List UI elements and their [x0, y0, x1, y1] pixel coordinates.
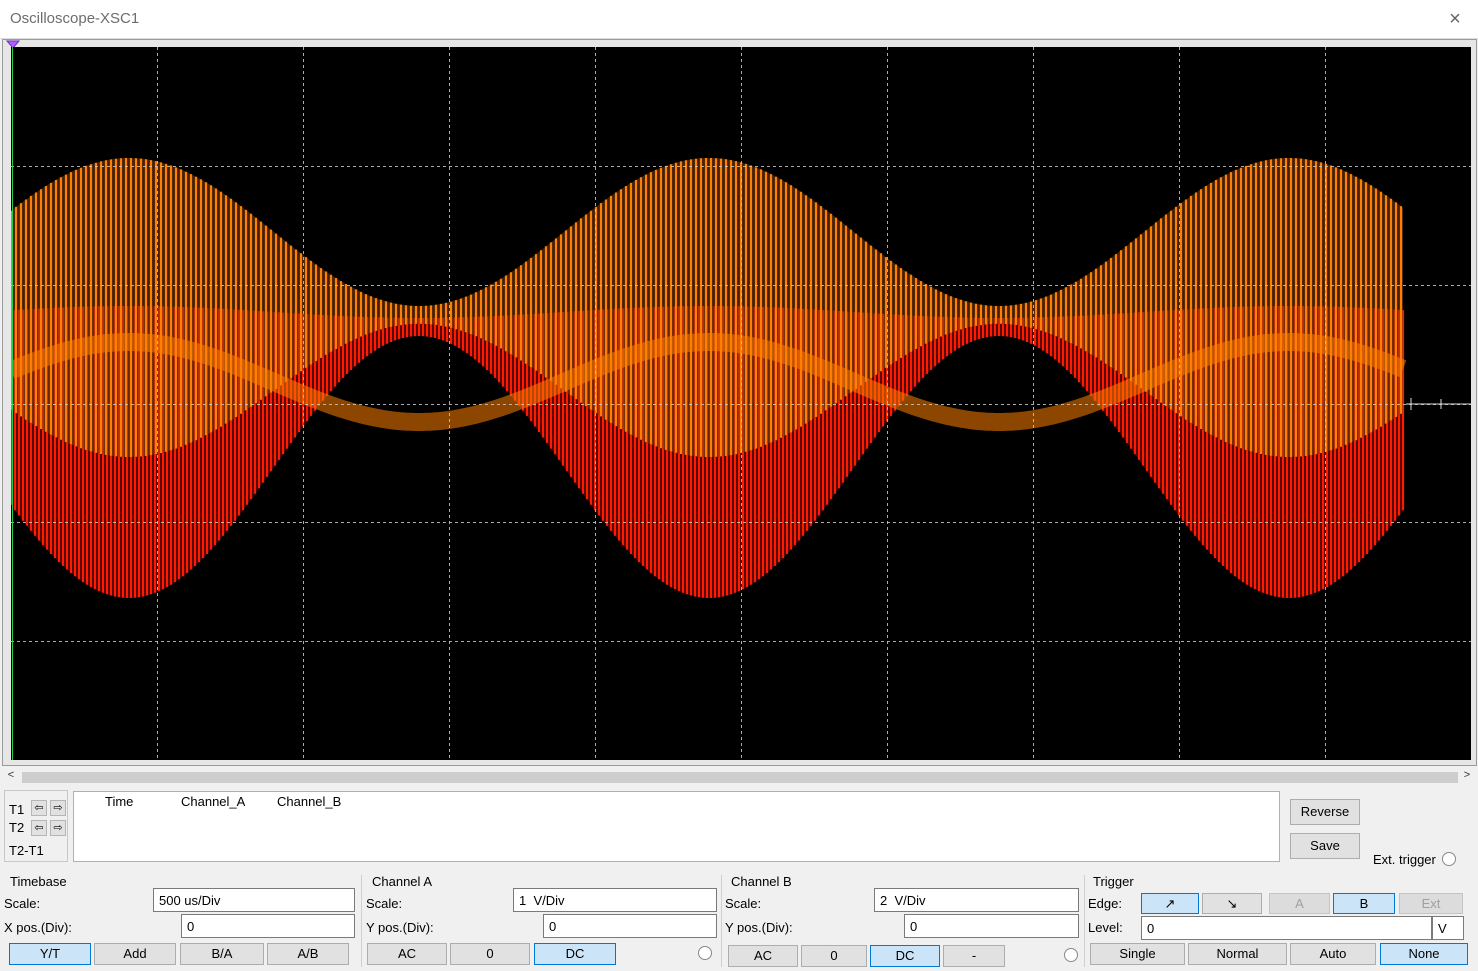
timebase-title: Timebase: [10, 874, 67, 889]
mode-ab-button[interactable]: A/B: [267, 943, 349, 965]
edge-falling-button[interactable]: ↘: [1202, 893, 1262, 914]
measurement-readout: Time Channel_A Channel_B: [73, 791, 1280, 862]
channel-a-radio[interactable]: [698, 946, 712, 960]
timebase-scale-input[interactable]: [153, 888, 355, 912]
separator-b: [721, 875, 722, 967]
channel-b-invert-button[interactable]: -: [943, 945, 1005, 967]
scroll-right-icon[interactable]: >: [1460, 769, 1474, 781]
edge-rising-button[interactable]: ↗: [1141, 893, 1199, 914]
channel-a-dc-button[interactable]: DC: [534, 943, 616, 965]
time-scrollbar[interactable]: < >: [4, 769, 1474, 784]
trigger-single-button[interactable]: Single: [1090, 943, 1185, 965]
window-title: Oscilloscope-XSC1: [10, 10, 140, 27]
channel-b-dc-button[interactable]: DC: [870, 945, 940, 967]
trigger-normal-button[interactable]: Normal: [1188, 943, 1287, 965]
trigger-level-label: Level:: [1088, 920, 1123, 935]
mode-add-button[interactable]: Add: [94, 943, 176, 965]
channel-a-scale-label: Scale:: [366, 896, 403, 911]
scroll-left-icon[interactable]: <: [4, 769, 18, 781]
mode-ba-button[interactable]: B/A: [180, 943, 264, 965]
cursor-t2-label: T2: [9, 820, 25, 835]
channel-a-zero-button[interactable]: 0: [450, 943, 530, 965]
channel-b-ypos-label: Y pos.(Div):: [725, 920, 793, 935]
edge-falling-icon: ↘: [1226, 896, 1238, 911]
channel-b-title: Channel B: [731, 874, 792, 889]
mode-yt-button[interactable]: Y/T: [9, 943, 91, 965]
cursor-controls: T1 ⇦ ⇨ T2 ⇦ ⇨ T2-T1: [4, 790, 68, 862]
readout-header-channel-b: Channel_B: [277, 794, 342, 809]
trigger-level-unit[interactable]: V: [1432, 916, 1464, 940]
t2-left-arrow-icon[interactable]: ⇦: [31, 820, 47, 836]
separator-trigger: [1084, 875, 1085, 967]
channel-b-ac-button[interactable]: AC: [728, 945, 798, 967]
ext-trigger-radio[interactable]: [1442, 852, 1456, 866]
ext-trigger-label: Ext. trigger: [1373, 852, 1436, 867]
close-icon[interactable]: ×: [1442, 6, 1468, 32]
cursor-t1-label: T1: [9, 802, 25, 817]
edge-rising-icon: ↗: [1164, 896, 1176, 911]
t2-right-arrow-icon[interactable]: ⇨: [50, 820, 66, 836]
channel-a-scale-input[interactable]: [513, 888, 717, 912]
trigger-source-a-button[interactable]: A: [1269, 893, 1330, 914]
timebase-xpos-input[interactable]: [181, 914, 355, 938]
channel-b-scale-input[interactable]: [874, 888, 1079, 912]
timebase-xpos-label: X pos.(Div):: [4, 920, 72, 935]
cursor-row-t2: T2 ⇦ ⇨: [5, 820, 69, 840]
reverse-button[interactable]: Reverse: [1290, 799, 1360, 825]
display-frame: [2, 39, 1477, 766]
channel-b-zero-button[interactable]: 0: [801, 945, 867, 967]
oscilloscope-display[interactable]: [11, 47, 1471, 760]
save-button[interactable]: Save: [1290, 833, 1360, 859]
separator-a: [361, 875, 362, 967]
channel-b-ypos-input[interactable]: [904, 914, 1079, 938]
channel-b-scale-label: Scale:: [725, 896, 762, 911]
t1-left-arrow-icon[interactable]: ⇦: [31, 800, 47, 816]
channel-a-ypos-input[interactable]: [543, 914, 717, 938]
timebase-scale-label: Scale:: [4, 896, 41, 911]
cursor-row-t1: T1 ⇦ ⇨: [5, 800, 69, 820]
trigger-edge-label: Edge:: [1088, 896, 1122, 911]
scrollbar-thumb[interactable]: [22, 772, 1458, 783]
channel-a-title: Channel A: [372, 874, 432, 889]
cursor-diff-label: T2-T1: [9, 843, 44, 858]
trigger-title: Trigger: [1093, 874, 1134, 889]
trigger-source-b-button[interactable]: B: [1333, 893, 1395, 914]
trigger-auto-button[interactable]: Auto: [1290, 943, 1376, 965]
trigger-none-button[interactable]: None: [1380, 943, 1468, 965]
waveform-plot: [11, 47, 1471, 760]
channel-a-ac-button[interactable]: AC: [367, 943, 447, 965]
title-bar: Oscilloscope-XSC1 ×: [0, 0, 1478, 39]
readout-header-channel-a: Channel_A: [181, 794, 246, 809]
channel-b-radio[interactable]: [1064, 948, 1078, 962]
channel-a-ypos-label: Y pos.(Div):: [366, 920, 434, 935]
right-edge-marker: [1406, 398, 1471, 410]
channel-a-waveform: [11, 158, 1407, 457]
readout-header-time: Time: [105, 794, 134, 809]
trigger-source-ext-button[interactable]: Ext: [1399, 893, 1463, 914]
trigger-level-input[interactable]: [1141, 916, 1432, 940]
t1-right-arrow-icon[interactable]: ⇨: [50, 800, 66, 816]
